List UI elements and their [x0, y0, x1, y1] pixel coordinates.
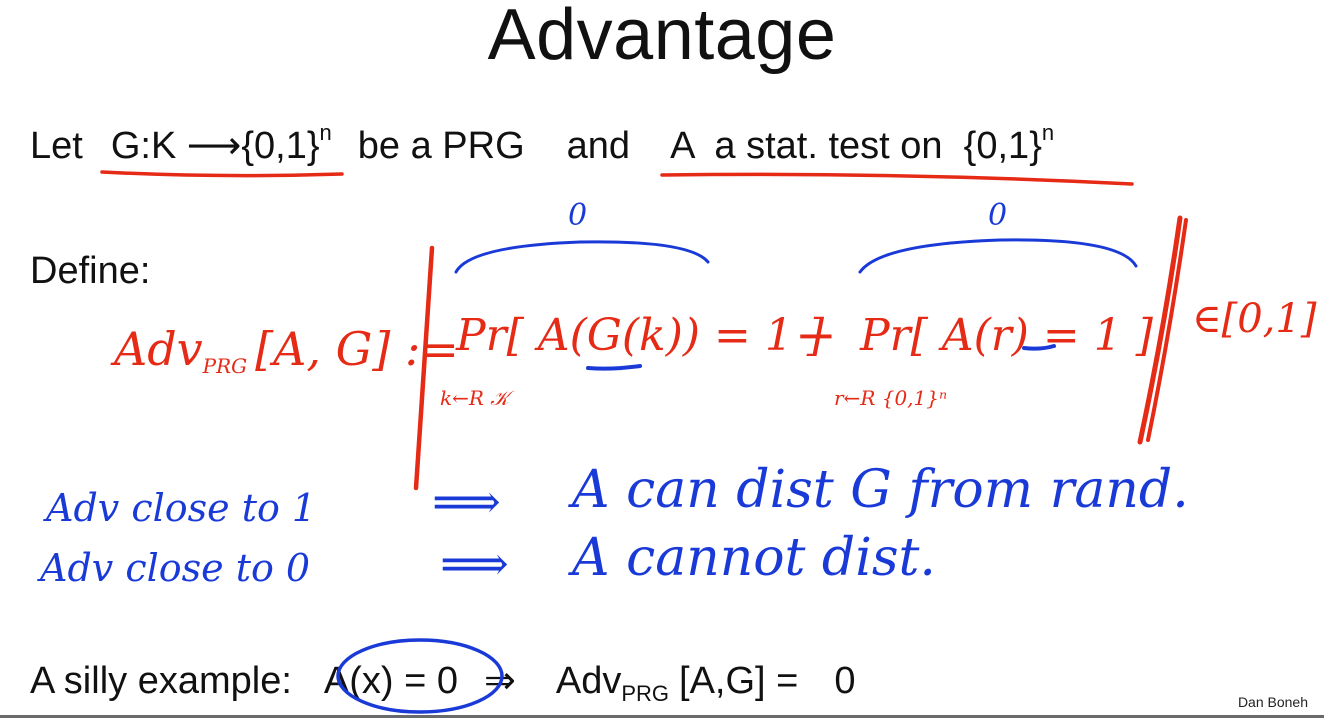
brace-label-2: 0: [988, 198, 1008, 233]
note-close-to-1-lhs: Adv close to 1: [46, 486, 317, 530]
pr-term-2-subscript: r←R {0,1}ⁿ: [834, 386, 948, 410]
g-definition-exponent: n: [319, 120, 332, 145]
example-label: A silly example:: [30, 660, 292, 702]
define-label: Define:: [30, 250, 151, 292]
slide: Advantage Let G:K ⟶{0,1}n be a PRG and A a s…: [0, 0, 1324, 718]
pr-term-1: Pr[ A(G(k)) = 1 ]: [456, 310, 825, 361]
note-close-to-1-arrow: ⟹: [432, 474, 501, 530]
range-annotation: ∈[0,1]: [1192, 296, 1317, 342]
g-definition-text: G:K ⟶{0,1}: [110, 125, 320, 167]
note-close-to-1-rhs: A can dist G from rand.: [572, 460, 1189, 520]
a-definition-exponent: n: [1041, 120, 1055, 145]
brace-2: [858, 238, 1138, 274]
pr-term-2: Pr[ A(r) = 1 ]: [860, 310, 1153, 361]
example-adv-subscript: PRG: [621, 681, 670, 706]
and-word: and: [566, 125, 631, 167]
let-word: Let: [30, 125, 83, 167]
note-close-to-0-arrow: ⟹: [440, 536, 509, 592]
example-adv-args: [A,G] =: [679, 660, 799, 702]
adv-def-args: [A, G] :=: [255, 322, 459, 376]
let-line: Let G:K ⟶{0,1}n be a PRG and A a stat. test …: [30, 120, 1054, 168]
adv-definition-lhs: AdvPRG [A, G] :=: [114, 322, 459, 378]
underline-g-definition: [100, 170, 344, 178]
author-credit: Dan Boneh: [1237, 694, 1308, 710]
example-adv: Adv: [555, 660, 622, 702]
underline-a-definition: [660, 172, 1134, 186]
adv-def-word: Adv: [114, 322, 203, 376]
example-expression: A(x) = 0: [323, 660, 458, 702]
note-close-to-0-lhs: Adv close to 0: [40, 546, 311, 590]
underline-g-of-k: [586, 364, 642, 371]
implies-symbol: ⇒: [484, 660, 516, 702]
adv-def-subscript: PRG: [202, 354, 248, 378]
pr-term-1-subscript: k←R 𝒦: [440, 386, 509, 410]
brace-label-1: 0: [568, 198, 588, 233]
abs-bar-right-2: [1146, 218, 1188, 442]
example-value: 0: [834, 660, 856, 702]
minus-sign: −: [795, 306, 837, 364]
a-definition: A a stat. test on {0,1}n: [670, 120, 1054, 167]
brace-1: [454, 240, 710, 274]
be-prg-text: be a PRG: [357, 125, 525, 167]
a-definition-text: A a stat. test on {0,1}: [670, 125, 1042, 167]
g-definition: G:K ⟶{0,1}n: [110, 120, 332, 167]
example-line: A silly example: A(x) = 0 ⇒ AdvPRG [A,G] = 0: [30, 658, 855, 707]
note-close-to-0-rhs: A cannot dist.: [572, 528, 936, 588]
slide-title: Advantage: [487, 0, 837, 75]
